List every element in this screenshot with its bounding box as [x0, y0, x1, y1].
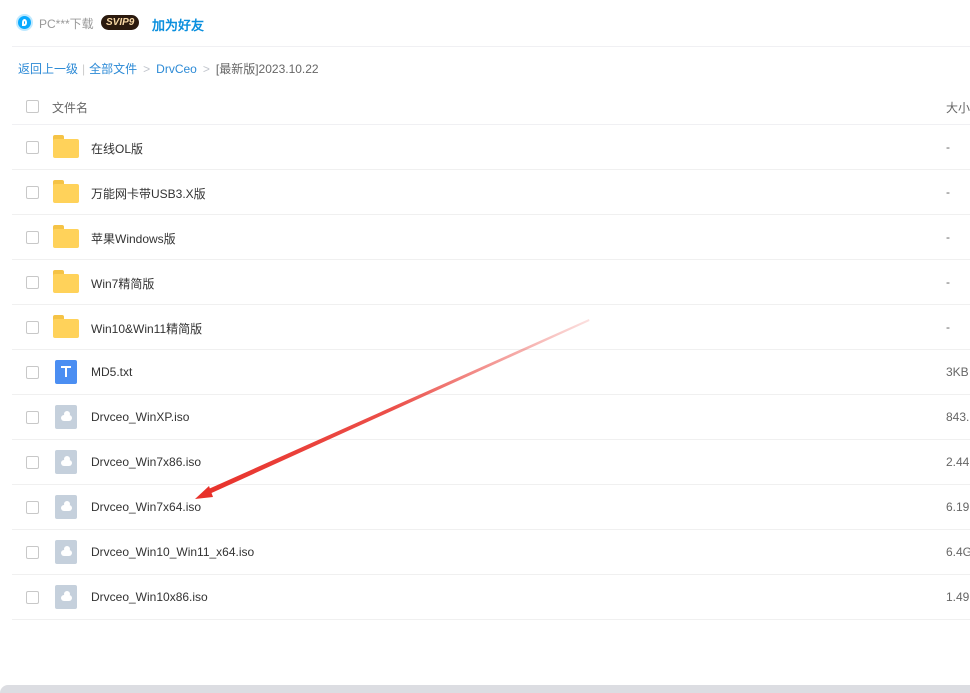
file-size: - [946, 320, 950, 334]
folder-icon [53, 225, 79, 249]
file-row[interactable]: MD5.txt 3KB [12, 350, 970, 395]
file-size: 3KB [946, 365, 969, 379]
file-row[interactable]: Drvceo_Win10_Win11_x64.iso 6.4G [12, 530, 970, 575]
file-name[interactable]: Drvceo_Win10_Win11_x64.iso [91, 545, 254, 559]
file-size: 2.44 [946, 455, 970, 469]
file-name[interactable]: Win10&Win11精简版 [91, 320, 202, 337]
iso-file-icon [53, 405, 79, 429]
folder-icon [53, 135, 79, 159]
row-checkbox[interactable] [26, 501, 39, 514]
file-size: - [946, 140, 950, 154]
file-name[interactable]: Drvceo_Win7x86.iso [91, 455, 201, 469]
folder-icon [53, 315, 79, 339]
file-size: - [946, 185, 950, 199]
file-name[interactable]: Drvceo_Win10x86.iso [91, 590, 208, 604]
row-checkbox[interactable] [26, 141, 39, 154]
column-header-size[interactable]: 大小 [946, 99, 970, 116]
iso-file-icon [53, 540, 79, 564]
file-size: - [946, 275, 950, 289]
breadcrumb: 返回上一级 | 全部文件 > DrvCeo > [最新版]2023.10.22 [18, 60, 319, 77]
folder-icon [53, 270, 79, 294]
row-checkbox[interactable] [26, 231, 39, 244]
header-divider [12, 46, 970, 47]
row-checkbox[interactable] [26, 546, 39, 559]
file-name[interactable]: 在线OL版 [91, 140, 143, 157]
all-files-link[interactable]: 全部文件 [89, 62, 137, 76]
file-size: 1.49 [946, 590, 970, 604]
iso-file-icon [53, 450, 79, 474]
add-friend-link[interactable]: 加为好友 [152, 15, 204, 34]
bottom-scroll-edge [0, 685, 970, 693]
user-name[interactable]: PC***下载 [39, 15, 94, 32]
file-row[interactable]: Drvceo_Win10x86.iso 1.49 [12, 575, 970, 620]
select-all-checkbox[interactable] [26, 100, 39, 113]
file-size: - [946, 230, 950, 244]
breadcrumb-separator: > [202, 62, 210, 76]
file-name[interactable]: 苹果Windows版 [91, 230, 176, 247]
file-name[interactable]: Drvceo_WinXP.iso [91, 410, 189, 424]
folder-icon [53, 180, 79, 204]
file-row[interactable]: Drvceo_Win7x86.iso 2.44 [12, 440, 970, 485]
txt-file-icon [53, 360, 79, 384]
row-checkbox[interactable] [26, 321, 39, 334]
row-checkbox[interactable] [26, 411, 39, 424]
file-name[interactable]: Drvceo_Win7x64.iso [91, 500, 201, 514]
file-row[interactable]: 万能网卡带USB3.X版 - [12, 170, 970, 215]
row-checkbox[interactable] [26, 366, 39, 379]
file-row[interactable]: Drvceo_WinXP.iso 843. [12, 395, 970, 440]
file-row[interactable]: Drvceo_Win7x64.iso 6.19 [12, 485, 970, 530]
row-checkbox[interactable] [26, 591, 39, 604]
header-bar: PC***下载 SVIP9 加为好友 [0, 0, 970, 46]
back-link[interactable]: 返回上一级 [18, 62, 78, 76]
file-size: 6.4G [946, 545, 970, 559]
file-name[interactable]: Win7精简版 [91, 275, 154, 292]
row-checkbox[interactable] [26, 276, 39, 289]
file-name[interactable]: 万能网卡带USB3.X版 [91, 185, 206, 202]
file-row[interactable]: 苹果Windows版 - [12, 215, 970, 260]
breadcrumb-separator: > [143, 62, 151, 76]
file-row[interactable]: 在线OL版 - [12, 125, 970, 170]
iso-file-icon [53, 495, 79, 519]
file-size: 6.19 [946, 500, 970, 514]
row-checkbox[interactable] [26, 186, 39, 199]
iso-file-icon [53, 585, 79, 609]
breadcrumb-pipe: | [82, 62, 86, 76]
app-logo-icon [16, 14, 33, 31]
column-header-name[interactable]: 文件名 [52, 99, 88, 116]
breadcrumb-current: [最新版]2023.10.22 [215, 62, 319, 76]
vip-badge: SVIP9 [101, 15, 140, 30]
file-row[interactable]: Win7精简版 - [12, 260, 970, 305]
file-size: 843. [946, 410, 970, 424]
file-name[interactable]: MD5.txt [91, 365, 132, 379]
row-checkbox[interactable] [26, 456, 39, 469]
folder-link-drvceo[interactable]: DrvCeo [156, 62, 197, 76]
file-row[interactable]: Win10&Win11精简版 - [12, 305, 970, 350]
